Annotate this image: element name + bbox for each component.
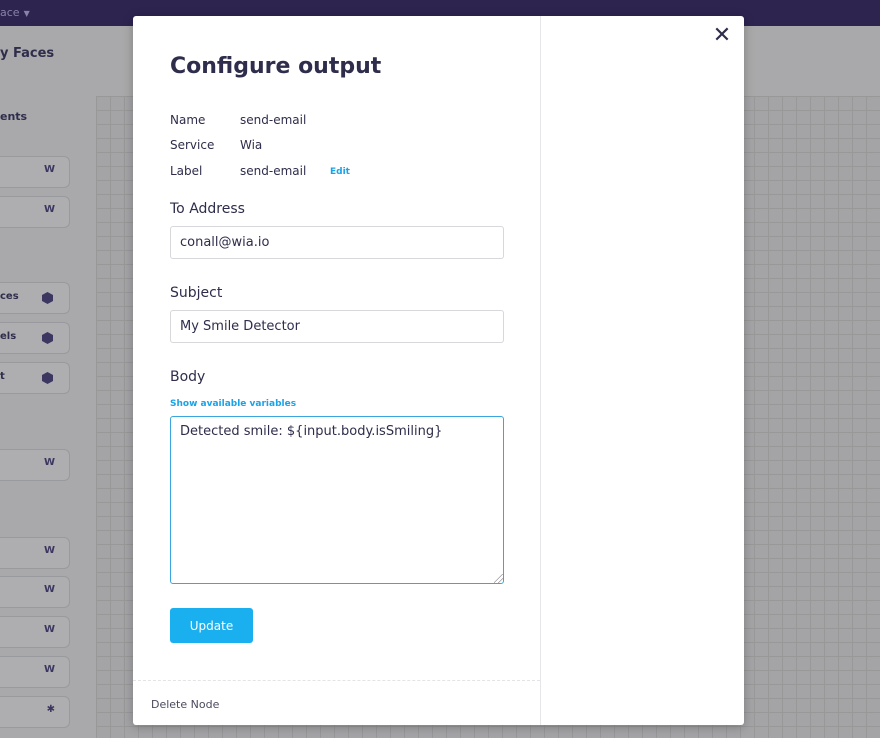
modal-form-panel: Configure output Name send-email Service… [133, 16, 541, 725]
wia-icon: W [43, 545, 55, 556]
sidebar-node-item[interactable]: W [0, 449, 70, 481]
body-textarea[interactable]: Detected smile: ${input.body.isSmiling} [170, 416, 504, 584]
sidebar-heading: ents [0, 110, 28, 123]
configure-output-modal: Configure output Name send-email Service… [133, 16, 744, 725]
modal-footer: Delete Node [133, 680, 540, 726]
sidebar-node-item[interactable]: ✱ [0, 696, 70, 728]
hexagon-icon [42, 372, 53, 384]
sidebar-item-label: t [0, 371, 5, 382]
wia-icon: W [43, 584, 55, 595]
sidebar-node-item[interactable]: W [0, 616, 70, 648]
sidebar-node-item[interactable]: W [0, 196, 70, 228]
hexagon-icon [42, 332, 53, 344]
to-address-label: To Address [170, 201, 245, 217]
sidebar-node-item[interactable]: ces [0, 282, 70, 314]
body-label: Body [170, 369, 206, 385]
sidebar-node-item[interactable]: W [0, 537, 70, 569]
name-label: Name [170, 113, 206, 127]
sidebar-item-label: ces [0, 291, 19, 302]
resize-handle-icon[interactable] [494, 574, 503, 583]
sidebar-node-item[interactable]: t [0, 362, 70, 394]
to-address-input[interactable] [170, 226, 504, 259]
wia-icon: W [43, 457, 55, 468]
subject-input[interactable] [170, 310, 504, 343]
flow-title: y Faces [0, 46, 55, 61]
wia-icon: W [43, 664, 55, 675]
wia-icon: W [43, 204, 55, 215]
wia-icon: W [43, 624, 55, 635]
close-icon[interactable]: ✕ [710, 24, 734, 48]
sidebar-node-item[interactable]: W [0, 576, 70, 608]
asterisk-icon: ✱ [46, 704, 55, 715]
workspace-selector[interactable]: ace ▼ [0, 6, 30, 19]
show-variables-link[interactable]: Show available variables [170, 399, 296, 409]
subject-label: Subject [170, 285, 223, 301]
update-button[interactable]: Update [170, 608, 253, 643]
chevron-down-icon: ▼ [23, 9, 30, 18]
label-label: Label [170, 164, 203, 178]
delete-node-link[interactable]: Delete Node [151, 698, 219, 711]
sidebar-node-item[interactable]: W [0, 656, 70, 688]
service-label: Service [170, 138, 215, 152]
sidebar-node-item[interactable]: W [0, 156, 70, 188]
workspace-label: ace [0, 6, 20, 19]
sidebar-node-item[interactable]: els [0, 322, 70, 354]
label-value: send-email [240, 164, 307, 178]
service-value: Wia [240, 138, 263, 152]
wia-icon: W [43, 164, 55, 175]
edit-label-link[interactable]: Edit [330, 167, 350, 177]
node-sidebar: ents W W ces els t W W W W W ✱ [0, 96, 97, 738]
modal-title: Configure output [170, 54, 382, 79]
sidebar-item-label: els [0, 331, 17, 342]
hexagon-icon [42, 292, 53, 304]
name-value: send-email [240, 113, 307, 127]
